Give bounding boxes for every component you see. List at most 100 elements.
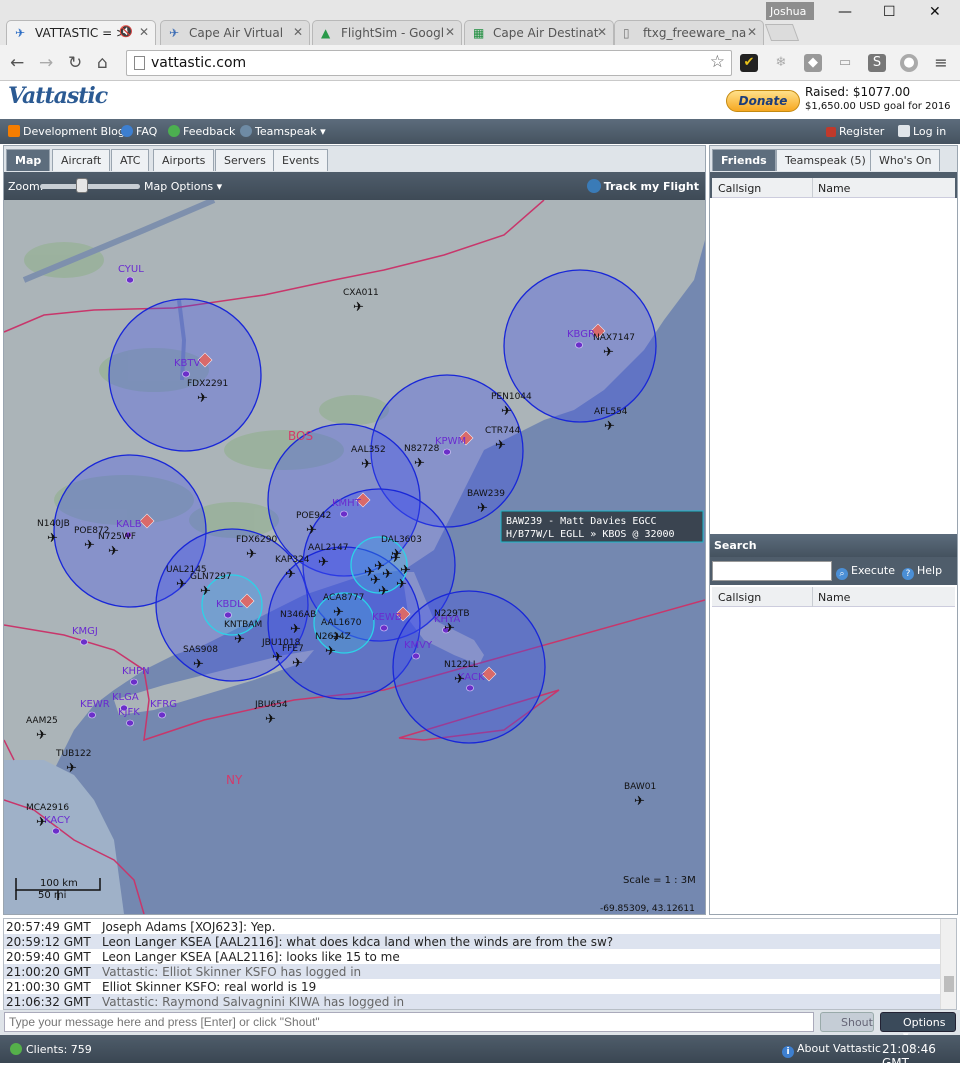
minimize-icon[interactable]: — bbox=[838, 4, 852, 20]
friends-col-name[interactable]: Name bbox=[818, 182, 850, 195]
aircraft-icon[interactable]: ✈ bbox=[353, 300, 364, 315]
browser-tab-cape-air-destinations[interactable]: ▦ Cape Air Destinat ✕ bbox=[464, 20, 614, 45]
close-window-icon[interactable]: ✕ bbox=[929, 4, 941, 20]
aircraft-icon[interactable]: ✈ bbox=[325, 644, 336, 659]
donate-button[interactable]: Donate bbox=[726, 90, 800, 112]
aircraft-icon[interactable]: ✈ bbox=[391, 547, 402, 562]
friends-col-callsign[interactable]: Callsign bbox=[718, 182, 761, 195]
help-button[interactable]: ? Help bbox=[902, 564, 942, 580]
shout-button[interactable]: Shout bbox=[820, 1012, 874, 1032]
tab-teamspeak[interactable]: Teamspeak (5) bbox=[776, 149, 875, 171]
muted-audio-icon[interactable]: 🔇 bbox=[119, 25, 133, 38]
map-canvas[interactable]: CYULKBTVKALBKBDLKPWMKBGRKMHTKEWBKMVYKACK… bbox=[4, 200, 705, 914]
tab-events[interactable]: Events bbox=[273, 149, 329, 171]
aircraft-icon[interactable]: ✈ bbox=[477, 501, 488, 516]
tab-aircraft[interactable]: Aircraft bbox=[52, 149, 111, 171]
browser-tab-cape-air-virtual[interactable]: ✈ Cape Air Virtual ✕ bbox=[160, 20, 310, 45]
aircraft-icon[interactable]: ✈ bbox=[84, 538, 95, 553]
browser-tab-flightsim[interactable]: ▲ FlightSim - Googl ✕ bbox=[312, 20, 462, 45]
extension-circle-icon[interactable]: ● bbox=[900, 54, 918, 72]
tab-atc[interactable]: ATC bbox=[111, 149, 150, 171]
airport-marker-kjfk[interactable]: KJFK bbox=[118, 707, 140, 727]
aircraft-icon[interactable]: ✈ bbox=[634, 794, 645, 809]
menu-feedback[interactable]: Feedback bbox=[168, 125, 235, 138]
extension-shield-icon[interactable]: ◆ bbox=[804, 54, 822, 72]
aircraft-afl554[interactable]: ✈ AFL554 bbox=[594, 407, 628, 434]
vattastic-logo[interactable]: Vattastic bbox=[8, 83, 108, 109]
bookmark-star-icon[interactable]: ☆ bbox=[710, 52, 725, 72]
maximize-icon[interactable]: ☐ bbox=[883, 4, 896, 20]
chat-scroll-thumb[interactable] bbox=[944, 976, 954, 992]
map-options-menu[interactable]: Map Options ▾ bbox=[144, 180, 222, 193]
close-tab-icon[interactable]: ✕ bbox=[139, 25, 149, 39]
tab-airports[interactable]: Airports bbox=[153, 149, 215, 171]
execute-button[interactable]: ⌕ Execute bbox=[836, 564, 895, 580]
browser-tab-ftxg[interactable]: ▯ ftxg_freeware_na ✕ bbox=[614, 20, 764, 45]
tab-friends[interactable]: Friends bbox=[712, 149, 776, 171]
close-tab-icon[interactable]: ✕ bbox=[293, 25, 303, 39]
menu-login[interactable]: Log in bbox=[898, 125, 946, 138]
aircraft-icon[interactable]: ✈ bbox=[361, 457, 372, 472]
zoom-slider[interactable] bbox=[40, 184, 140, 189]
close-tab-icon[interactable]: ✕ bbox=[597, 25, 607, 39]
aircraft-icon[interactable]: ✈ bbox=[193, 657, 204, 672]
zoom-slider-handle[interactable] bbox=[76, 178, 88, 193]
aircraft-cluster-icon[interactable]: ✈ bbox=[378, 584, 389, 599]
aircraft-icon[interactable]: ✈ bbox=[292, 656, 303, 671]
menu-faq[interactable]: FAQ bbox=[121, 125, 157, 138]
aircraft-cluster-icon[interactable]: ✈ bbox=[396, 577, 407, 592]
aircraft-icon[interactable]: ✈ bbox=[108, 544, 119, 559]
address-bar[interactable]: vattastic.com ☆ bbox=[126, 50, 732, 76]
aircraft-icon[interactable]: ✈ bbox=[36, 815, 47, 830]
aircraft-icon[interactable]: ✈ bbox=[234, 632, 245, 647]
aircraft-jbu654[interactable]: ✈ JBU654 bbox=[254, 700, 288, 727]
home-icon[interactable]: ⌂ bbox=[97, 53, 108, 73]
aircraft-icon[interactable]: ✈ bbox=[197, 391, 208, 406]
aircraft-icon[interactable]: ✈ bbox=[604, 419, 615, 434]
menu-development-blog[interactable]: Development Blog bbox=[8, 125, 125, 138]
menu-register[interactable]: Register bbox=[826, 125, 884, 138]
options-button[interactable]: Options ▾ bbox=[880, 1012, 956, 1042]
aircraft-icon[interactable]: ✈ bbox=[36, 728, 47, 743]
tab-servers[interactable]: Servers bbox=[215, 149, 275, 171]
aircraft-icon[interactable]: ✈ bbox=[306, 523, 317, 538]
menu-teamspeak[interactable]: Teamspeak ▾ bbox=[240, 125, 326, 138]
forward-icon[interactable]: → bbox=[39, 53, 53, 73]
aircraft-icon[interactable]: ✈ bbox=[454, 672, 465, 687]
chat-scrollbar[interactable] bbox=[940, 919, 956, 1009]
chrome-menu-icon[interactable]: ≡ bbox=[932, 54, 950, 72]
airport-marker-kfrg[interactable]: KFRG bbox=[150, 699, 177, 719]
aircraft-icon[interactable]: ✈ bbox=[285, 567, 296, 582]
aircraft-cluster-icon[interactable]: ✈ bbox=[400, 563, 411, 578]
close-tab-icon[interactable]: ✕ bbox=[445, 25, 455, 39]
aircraft-icon[interactable]: ✈ bbox=[200, 584, 211, 599]
aircraft-icon[interactable]: ✈ bbox=[414, 456, 425, 471]
extension-monitor-icon[interactable]: ▭ bbox=[836, 54, 854, 72]
chat-log[interactable]: 20:57:49 GMT Joseph Adams [XOJ623]: Yep. 2… bbox=[3, 918, 957, 1010]
aircraft-cluster-icon[interactable]: ✈ bbox=[382, 567, 393, 582]
aircraft-icon[interactable]: ✈ bbox=[290, 622, 301, 637]
aircraft-cluster-icon[interactable]: ✈ bbox=[364, 565, 375, 580]
aircraft-baw01[interactable]: ✈ BAW01 bbox=[624, 782, 656, 809]
reload-icon[interactable]: ↻ bbox=[68, 53, 82, 73]
aircraft-icon[interactable]: ✈ bbox=[246, 547, 257, 562]
track-my-flight-button[interactable]: Track my Flight bbox=[586, 179, 699, 193]
search-col-callsign[interactable]: Callsign bbox=[718, 591, 761, 604]
search-input[interactable] bbox=[712, 561, 832, 581]
about-vattastic-link[interactable]: i About Vattastic bbox=[782, 1042, 881, 1058]
aircraft-icon[interactable]: ✈ bbox=[265, 712, 276, 727]
aircraft-icon[interactable]: ✈ bbox=[495, 438, 506, 453]
browser-tab-vattastic[interactable]: ✈ VATTASTIC = > 🔇 ✕ bbox=[6, 20, 156, 45]
new-tab-button[interactable] bbox=[764, 24, 800, 41]
aircraft-icon[interactable]: ✈ bbox=[444, 621, 455, 636]
tab-map[interactable]: Map bbox=[6, 149, 51, 171]
aircraft-icon[interactable]: ✈ bbox=[66, 761, 77, 776]
back-icon[interactable]: ← bbox=[10, 53, 24, 73]
tab-whos-on[interactable]: Who's On bbox=[870, 149, 941, 171]
traffic-map[interactable]: CYUL KBTV KALB KBDL KPWM KBGR KMHT KEWB KMVY KACK… bbox=[4, 200, 705, 914]
aircraft-icon[interactable]: ✈ bbox=[47, 531, 58, 546]
aircraft-icon[interactable]: ✈ bbox=[318, 555, 329, 570]
extension-snowflake-icon[interactable]: ❄ bbox=[772, 54, 790, 72]
profile-button[interactable]: Joshua bbox=[766, 2, 814, 20]
aircraft-icon[interactable]: ✈ bbox=[501, 404, 512, 419]
